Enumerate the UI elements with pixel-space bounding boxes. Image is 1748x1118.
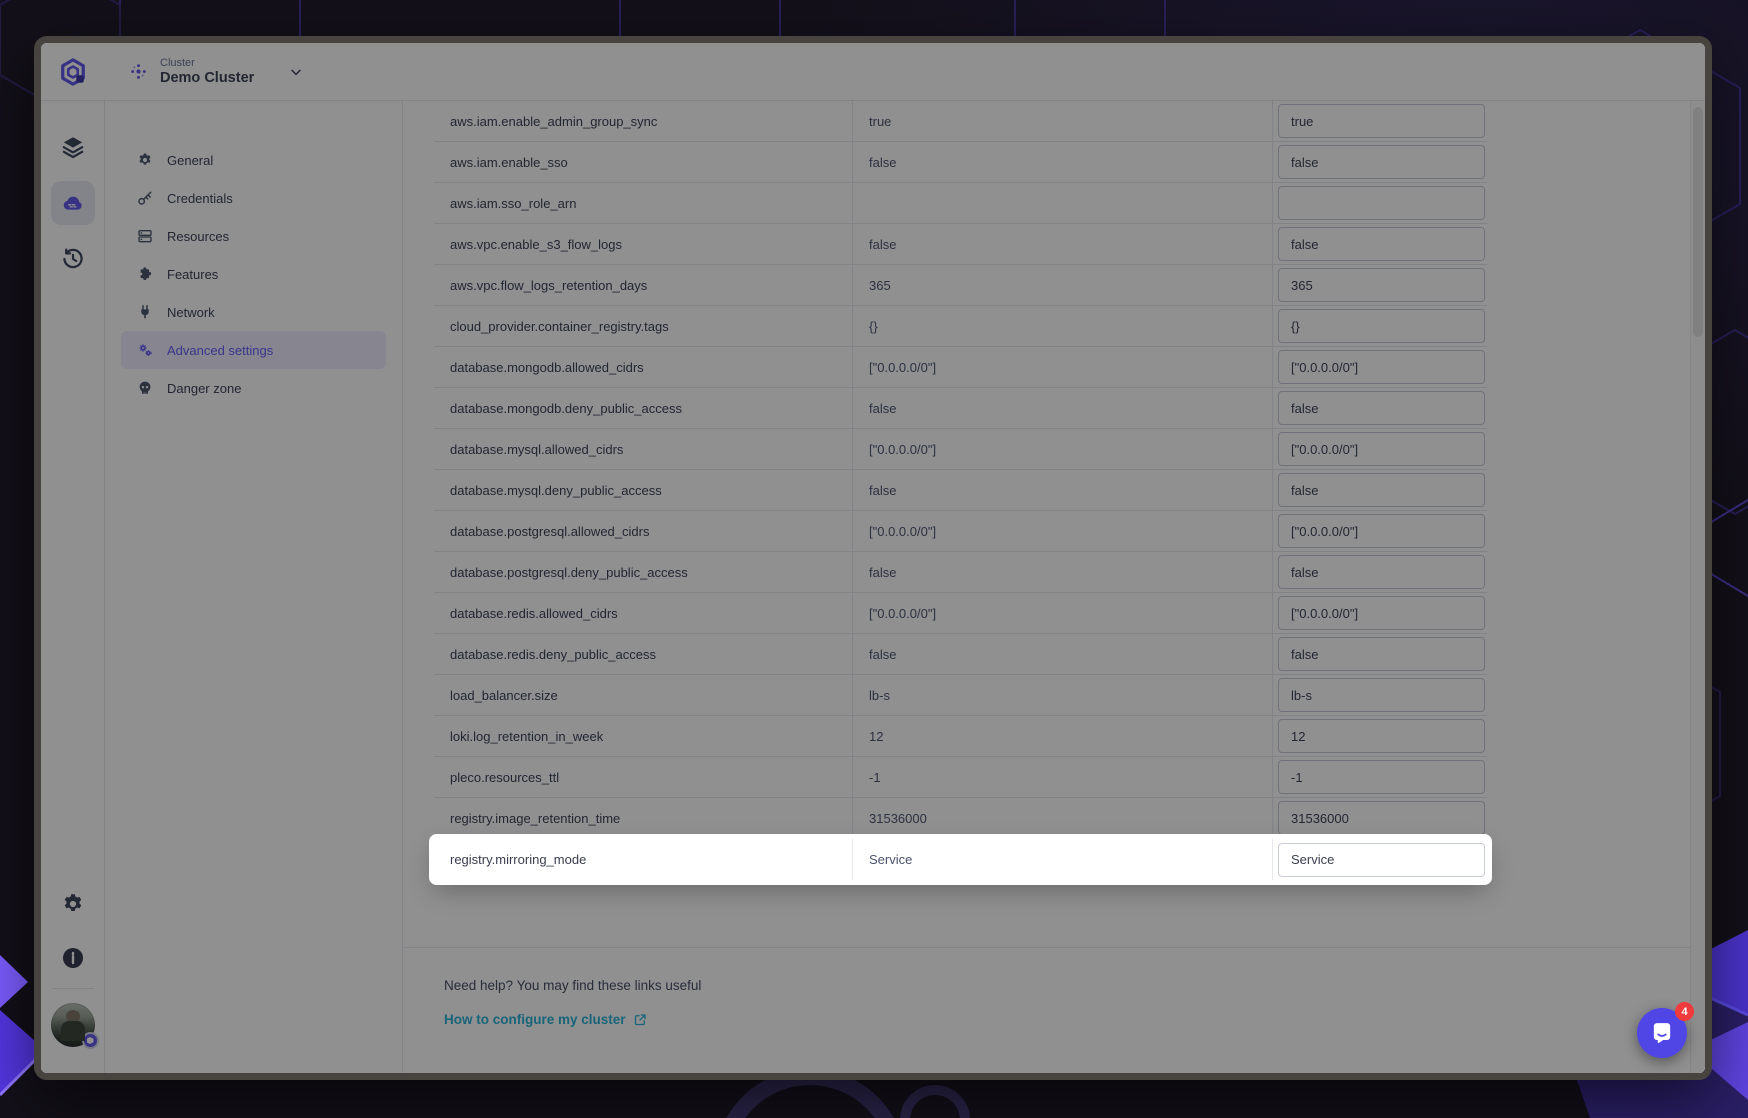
unread-badge: 4 (1675, 1002, 1694, 1021)
intercom-launcher[interactable]: 4 (1637, 1002, 1694, 1058)
spotlight-overlay (41, 43, 1705, 1073)
setting-value-input[interactable] (1278, 842, 1485, 877)
setting-key-cell: registry.mirroring_mode (450, 852, 587, 867)
table-row-highlighted: registry.mirroring_mode Service (434, 839, 1487, 880)
app-window: Cluster Demo Cluster General Credentials… (34, 36, 1712, 1080)
setting-input-cell (1272, 839, 1487, 880)
setting-value-cell: Service (852, 839, 1272, 880)
